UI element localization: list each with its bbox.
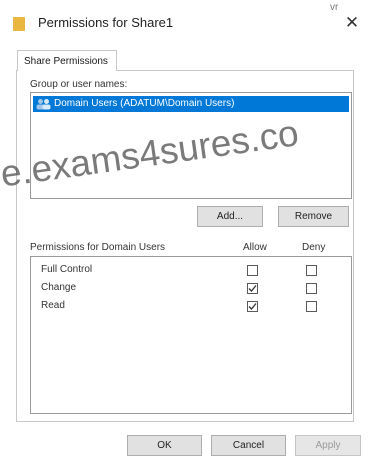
permissions-table: Full Control Change Read xyxy=(30,256,352,414)
apply-button[interactable]: Apply xyxy=(295,435,361,456)
users-icon xyxy=(36,99,51,110)
list-item[interactable]: Domain Users (ADATUM\Domain Users) xyxy=(33,96,349,112)
ok-button[interactable]: OK xyxy=(127,435,202,456)
permission-row-read: Read xyxy=(31,298,351,316)
permission-name: Change xyxy=(41,282,77,293)
deny-column-header: Deny xyxy=(302,242,326,253)
title-bar: Permissions for Share1 vr ✕ xyxy=(0,0,371,46)
window-title: Permissions for Share1 xyxy=(38,15,174,30)
checkmark-icon xyxy=(248,303,257,310)
checkmark-icon xyxy=(248,285,257,292)
corner-mark: vr xyxy=(330,2,339,13)
permission-name: Read xyxy=(41,300,65,311)
deny-read-checkbox[interactable] xyxy=(306,301,317,312)
permission-row-change: Change xyxy=(31,280,351,298)
allow-read-checkbox[interactable] xyxy=(247,301,258,312)
deny-change-checkbox[interactable] xyxy=(306,283,317,294)
permission-row-full-control: Full Control xyxy=(31,262,351,280)
deny-full-control-checkbox[interactable] xyxy=(306,265,317,276)
cancel-button[interactable]: Cancel xyxy=(211,435,286,456)
remove-button[interactable]: Remove xyxy=(278,206,349,227)
group-label: Group or user names: xyxy=(30,79,128,90)
allow-change-checkbox[interactable] xyxy=(247,283,258,294)
close-icon: ✕ xyxy=(344,13,360,32)
permission-name: Full Control xyxy=(41,264,93,275)
folder-icon xyxy=(13,17,25,31)
add-button[interactable]: Add... xyxy=(197,206,263,227)
permissions-label: Permissions for Domain Users xyxy=(30,242,166,253)
list-item-label: Domain Users (ADATUM\Domain Users) xyxy=(54,98,235,109)
group-listbox[interactable]: Domain Users (ADATUM\Domain Users) xyxy=(30,92,352,199)
allow-column-header: Allow xyxy=(243,242,267,253)
tab-share-permissions[interactable]: Share Permissions xyxy=(17,50,117,71)
allow-full-control-checkbox[interactable] xyxy=(247,265,258,276)
close-button[interactable]: ✕ xyxy=(339,10,365,36)
